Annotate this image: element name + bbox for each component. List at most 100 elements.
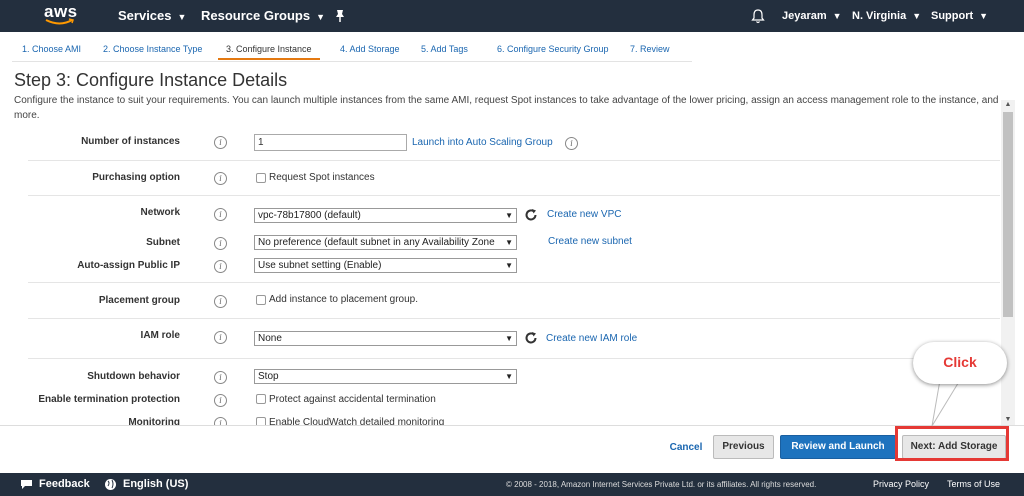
- dropdown-arrow-icon: ▼: [503, 259, 513, 272]
- info-icon[interactable]: i: [214, 136, 227, 149]
- shutdown-behavior-select[interactable]: Stop ▼: [254, 369, 517, 384]
- termination-protection-checkbox[interactable]: [256, 394, 266, 404]
- aws-smile-icon: [45, 18, 74, 25]
- divider: [28, 318, 1000, 319]
- feedback-label: Feedback: [39, 478, 90, 490]
- purchasing-option-label: Purchasing option: [92, 172, 180, 183]
- chevron-down-icon: ▼: [912, 11, 922, 22]
- chat-bubble-icon: [21, 479, 32, 489]
- privacy-policy-link[interactable]: Privacy Policy: [873, 473, 929, 496]
- scroll-up-arrow-icon[interactable]: ▲: [1001, 100, 1015, 110]
- wizard-action-bar: Cancel Previous Review and Launch Next: …: [0, 425, 1024, 472]
- number-of-instances-label: Number of instances: [81, 136, 180, 147]
- page-footer: Feedback English (US) © 2008 - 2018, Ama…: [0, 473, 1024, 496]
- resource-groups-menu[interactable]: Resource Groups ▼: [201, 0, 325, 32]
- placement-group-checkbox[interactable]: [256, 295, 266, 305]
- dropdown-arrow-icon: ▼: [503, 332, 513, 345]
- step-configure-instance[interactable]: 3. Configure Instance: [218, 32, 320, 60]
- cancel-button[interactable]: Cancel: [664, 437, 708, 461]
- step-configure-security-group[interactable]: 6. Configure Security Group: [489, 32, 617, 60]
- placement-group-label: Placement group: [98, 295, 180, 306]
- previous-button[interactable]: Previous: [713, 435, 774, 459]
- auto-assign-ip-label: Auto-assign Public IP: [77, 260, 180, 271]
- page-title: Step 3: Configure Instance Details: [14, 70, 288, 90]
- user-menu[interactable]: Jeyaram ▼: [782, 0, 842, 32]
- info-icon[interactable]: i: [214, 394, 227, 407]
- refresh-icon[interactable]: [524, 208, 538, 222]
- support-label: Support: [931, 10, 974, 22]
- dropdown-arrow-icon: ▼: [503, 209, 513, 222]
- top-navigation-bar: aws Services ▼ Resource Groups ▼ Jeyaram ▼ …: [0, 0, 1024, 32]
- request-spot-label: Request Spot instances: [269, 172, 375, 183]
- scroll-down-arrow-icon[interactable]: ▼: [1001, 415, 1015, 425]
- create-new-vpc-link[interactable]: Create new VPC: [547, 209, 621, 220]
- form-scrollbar[interactable]: ▲ ▼: [1001, 100, 1015, 425]
- step-add-tags[interactable]: 5. Add Tags: [413, 32, 476, 60]
- info-icon[interactable]: i: [214, 237, 227, 250]
- launch-auto-scaling-link[interactable]: Launch into Auto Scaling Group: [412, 137, 553, 148]
- info-icon[interactable]: i: [214, 172, 227, 185]
- step-add-storage[interactable]: 4. Add Storage: [332, 32, 408, 60]
- services-label: Services: [118, 8, 172, 23]
- auto-assign-ip-select[interactable]: Use subnet setting (Enable) ▼: [254, 258, 517, 273]
- subnet-select[interactable]: No preference (default subnet in any Ava…: [254, 235, 517, 250]
- feedback-link[interactable]: Feedback: [20, 473, 90, 496]
- chevron-down-icon: ▼: [316, 11, 326, 22]
- request-spot-checkbox[interactable]: [256, 173, 266, 183]
- chevron-down-icon: ▼: [177, 11, 187, 22]
- dropdown-arrow-icon: ▼: [503, 236, 513, 249]
- info-icon[interactable]: i: [214, 295, 227, 308]
- create-new-iam-role-link[interactable]: Create new IAM role: [546, 333, 637, 344]
- info-icon[interactable]: i: [214, 208, 227, 221]
- region-label: N. Virginia: [852, 10, 907, 22]
- dropdown-arrow-icon: ▼: [503, 370, 513, 383]
- shutdown-behavior-value: Stop: [258, 371, 279, 382]
- configure-instance-form: Number of instances i 1 Launch into Auto…: [0, 125, 1000, 425]
- resource-groups-label: Resource Groups: [201, 8, 311, 23]
- region-menu[interactable]: N. Virginia ▼: [852, 0, 921, 32]
- network-value: vpc-78b17800 (default): [258, 210, 361, 221]
- refresh-icon[interactable]: [524, 331, 538, 345]
- number-of-instances-input[interactable]: 1: [254, 134, 407, 151]
- page-description: Configure the instance to suit your requ…: [14, 95, 999, 121]
- create-new-subnet-link[interactable]: Create new subnet: [548, 236, 632, 247]
- termination-protection-checkbox-label: Protect against accidental termination: [269, 394, 436, 405]
- services-menu[interactable]: Services ▼: [118, 0, 186, 32]
- auto-assign-ip-value: Use subnet setting (Enable): [258, 260, 382, 271]
- chevron-down-icon: ▼: [979, 11, 989, 22]
- info-icon[interactable]: i: [214, 417, 227, 425]
- language-selector[interactable]: English (US): [104, 473, 188, 496]
- info-icon[interactable]: i: [214, 260, 227, 273]
- termination-protection-label: Enable termination protection: [38, 394, 180, 405]
- iam-role-label: IAM role: [140, 330, 180, 341]
- divider: [28, 282, 1000, 283]
- placement-group-checkbox-label: Add instance to placement group.: [269, 294, 418, 305]
- globe-icon: [105, 478, 116, 490]
- review-and-launch-button[interactable]: Review and Launch: [780, 435, 896, 459]
- step-choose-instance-type[interactable]: 2. Choose Instance Type: [95, 32, 210, 60]
- step-choose-ami[interactable]: 1. Choose AMI: [14, 32, 89, 60]
- info-icon[interactable]: i: [214, 331, 227, 344]
- bell-icon[interactable]: [751, 8, 765, 24]
- info-icon[interactable]: i: [214, 371, 227, 384]
- callout-pointer: [931, 380, 961, 427]
- pin-icon[interactable]: [334, 9, 346, 23]
- iam-role-select[interactable]: None ▼: [254, 331, 517, 346]
- aws-logo[interactable]: aws: [44, 3, 78, 29]
- support-menu[interactable]: Support ▼: [931, 0, 988, 32]
- language-label: English (US): [123, 478, 189, 490]
- monitoring-checkbox[interactable]: [256, 417, 266, 425]
- scroll-thumb[interactable]: [1003, 112, 1013, 317]
- network-select[interactable]: vpc-78b17800 (default) ▼: [254, 208, 517, 223]
- network-label: Network: [140, 207, 180, 218]
- chevron-down-icon: ▼: [832, 11, 842, 22]
- copyright-text: © 2008 - 2018, Amazon Internet Services …: [506, 480, 817, 489]
- divider: [28, 160, 1000, 161]
- step-review[interactable]: 7. Review: [622, 32, 678, 60]
- shutdown-behavior-label: Shutdown behavior: [87, 371, 180, 382]
- wizard-steps: 1. Choose AMI 2. Choose Instance Type 3.…: [0, 32, 1024, 62]
- info-icon[interactable]: i: [565, 137, 578, 150]
- terms-of-use-link[interactable]: Terms of Use: [947, 473, 1000, 496]
- steps-divider: [12, 61, 692, 62]
- click-callout: Click: [913, 342, 1007, 384]
